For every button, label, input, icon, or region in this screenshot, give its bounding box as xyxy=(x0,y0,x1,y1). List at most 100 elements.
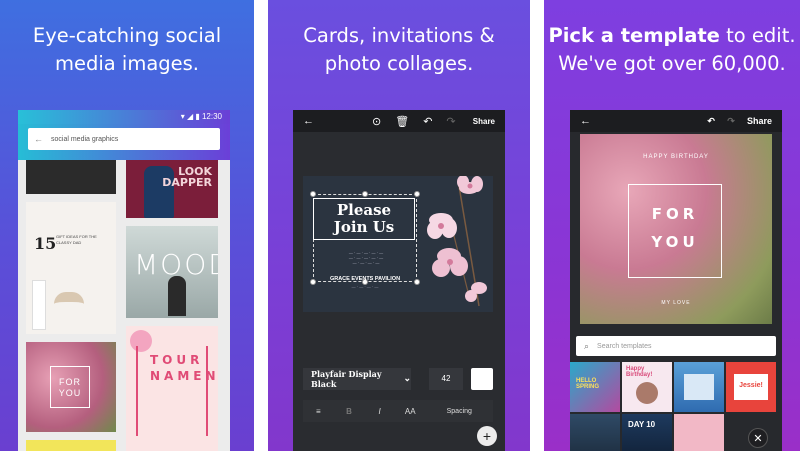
status-bar: ▾ ◢ ▮ 12:30 xyxy=(18,110,230,124)
undo-icon[interactable]: ↶ xyxy=(423,115,432,128)
template-thumb[interactable] xyxy=(674,362,724,412)
redo-icon[interactable]: ↷ xyxy=(727,116,735,126)
editor-toolbar: ← ↶ ↷ Share xyxy=(570,110,782,132)
phone-screen-editor: ← ⊙ 🗑 ↶ ↷ Share Please Join Us — · — · —… xyxy=(293,110,505,451)
resize-handle[interactable] xyxy=(310,279,316,285)
person-figure xyxy=(168,276,186,316)
screenshot-panel-social-media: Eye-catching social media images. ▾ ◢ ▮ … xyxy=(0,0,254,451)
card-body-text: — · — · — · — · — — · — · — · — · — — · — … xyxy=(348,250,384,265)
caption-bold: Pick a template xyxy=(548,24,720,47)
tile-text: FOR YOU xyxy=(50,366,90,408)
birthday-card-canvas[interactable]: HAPPY BIRTHDAY FOR YOU MY LOVE xyxy=(580,134,772,324)
spacing-button[interactable]: Spacing xyxy=(426,408,493,415)
decor-blob xyxy=(130,330,152,352)
tile-text: LOOK DAPPER xyxy=(162,165,212,189)
caption-line-2: media images. xyxy=(54,52,200,75)
thumb-label: HELLO SPRING xyxy=(576,378,600,390)
resize-handle[interactable] xyxy=(362,191,368,197)
template-thumb[interactable] xyxy=(570,414,620,451)
font-selector[interactable]: Playfair Display Black ⌄ xyxy=(303,368,411,390)
caption-line-1: Pick a template to edit. xyxy=(544,22,800,50)
bold-button[interactable]: B xyxy=(334,407,365,416)
status-time: 12:30 xyxy=(201,112,222,121)
design-canvas[interactable]: Please Join Us — · — · — · — · — — · — · … xyxy=(303,176,493,312)
wifi-icon: ▾ xyxy=(180,112,185,121)
template-tile[interactable] xyxy=(26,160,116,194)
text-properties: Playfair Display Black ⌄ 42 xyxy=(303,368,493,390)
close-button[interactable]: ✕ xyxy=(748,428,768,448)
photo-circle xyxy=(636,382,658,404)
chair-graphic xyxy=(54,292,84,326)
tile-text: TOUR NAMENT xyxy=(150,353,218,383)
more-icon[interactable]: ⊙ xyxy=(372,115,381,128)
trash-icon[interactable]: 🗑 xyxy=(395,115,409,128)
screenshot-panel-templates: Pick a template to edit. We've got over … xyxy=(544,0,800,451)
card-address: — · — · — · — xyxy=(351,284,379,289)
font-size-field[interactable]: 42 xyxy=(429,368,463,390)
toolbar-actions: ↶ ↷ Share xyxy=(697,116,772,127)
color-swatch[interactable] xyxy=(471,368,493,390)
caption-line-2: We've got over 60,000. xyxy=(558,52,786,75)
panel-caption: Eye-catching social media images. xyxy=(0,22,254,78)
caption-rest: to edit. xyxy=(719,24,796,47)
resize-handle[interactable] xyxy=(414,279,420,285)
template-tile-gift-ideas[interactable]: 15 GIFT IDEAS FOR THE CLASSY DAD xyxy=(26,202,116,334)
tile-number: 15 xyxy=(34,234,57,253)
add-button[interactable]: + xyxy=(477,426,497,446)
divider xyxy=(254,0,268,451)
photo-block xyxy=(684,374,714,400)
card-heading: HAPPY BIRTHDAY xyxy=(643,154,709,160)
thumb-label: Jessie! xyxy=(734,374,768,400)
side-rule xyxy=(136,346,140,436)
format-bar: ≡ B I AA Spacing xyxy=(303,400,493,422)
tile-text: GIFT IDEAS FOR THE CLASSY DAD xyxy=(56,234,97,245)
panel-caption: Cards, invitations & photo collages. xyxy=(268,22,530,78)
chevron-down-icon: ⌄ xyxy=(403,374,411,384)
template-tile-mood[interactable]: MOOD xyxy=(126,226,218,318)
caption-line-1: Cards, invitations & xyxy=(303,24,495,47)
caption-line-2: photo collages. xyxy=(324,52,474,75)
share-button[interactable]: Share xyxy=(747,116,772,126)
share-button[interactable]: Share xyxy=(473,117,495,126)
template-tile-for-you[interactable]: FOR YOU xyxy=(26,342,116,432)
phone-screen-search: ▾ ◢ ▮ 12:30 ← social media graphics LOOK… xyxy=(18,110,230,451)
align-icon[interactable]: ≡ xyxy=(303,407,334,416)
template-thumb[interactable]: DAY 10 xyxy=(622,414,672,451)
template-thumb[interactable] xyxy=(674,414,724,451)
search-icon: ⌕ xyxy=(584,340,590,351)
resize-handle[interactable] xyxy=(310,191,316,197)
battery-icon: ▮ xyxy=(195,112,200,121)
thumb-label: Happy Birthday! xyxy=(626,366,653,378)
card-signature: MY LOVE xyxy=(661,300,691,306)
editor-toolbar: ← ⊙ 🗑 ↶ ↷ Share xyxy=(293,110,505,132)
template-thumb[interactable]: Happy Birthday! xyxy=(622,362,672,412)
template-tile-tournament[interactable]: TOUR NAMENT xyxy=(126,326,218,451)
resize-handle[interactable] xyxy=(414,191,420,197)
panel-caption: Pick a template to edit. We've got over … xyxy=(544,22,800,78)
search-input[interactable]: ← social media graphics xyxy=(28,128,220,150)
template-search-input[interactable]: ⌕ Search templates xyxy=(576,336,776,356)
back-arrow-icon[interactable]: ← xyxy=(580,115,591,127)
card-frame: FOR YOU xyxy=(628,184,722,278)
template-tile-look-dapper[interactable]: LOOK DAPPER xyxy=(126,160,218,218)
redo-icon[interactable]: ↷ xyxy=(446,115,455,128)
template-tile[interactable] xyxy=(26,440,116,451)
card-title[interactable]: Please Join Us xyxy=(313,198,415,240)
search-header: ← social media graphics xyxy=(18,124,230,160)
screenshot-panel-cards: Cards, invitations & photo collages. ← ⊙… xyxy=(268,0,530,451)
card-venue[interactable]: GRACE EVENTS PAVILION xyxy=(317,276,413,282)
template-thumb[interactable]: Jessie! xyxy=(726,362,776,412)
font-name: Playfair Display Black xyxy=(311,369,382,389)
back-arrow-icon[interactable]: ← xyxy=(303,115,314,127)
results-grid: LOOK DAPPER 15 GIFT IDEAS FOR THE CLASSY… xyxy=(18,160,230,451)
search-value: social media graphics xyxy=(51,135,119,143)
undo-icon[interactable]: ↶ xyxy=(707,116,715,126)
caption-line-1: Eye-catching social xyxy=(32,24,222,47)
italic-button[interactable]: I xyxy=(364,407,395,416)
card-text-you: YOU xyxy=(651,233,699,251)
template-thumb[interactable]: HELLO SPRING xyxy=(570,362,620,412)
back-arrow-icon[interactable]: ← xyxy=(34,134,43,144)
thumb-label: DAY 10 xyxy=(628,420,656,429)
uppercase-button[interactable]: AA xyxy=(395,407,426,416)
flowers-illustration xyxy=(419,176,493,312)
